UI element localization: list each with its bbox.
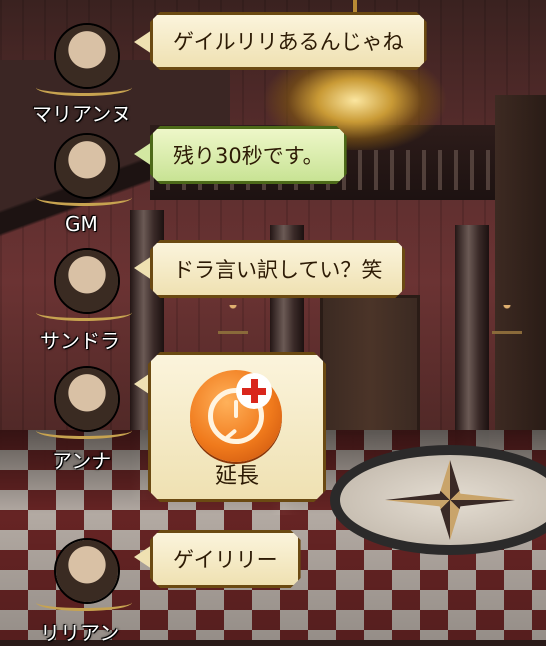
wall-sconce [218, 305, 248, 334]
chat-bubble: 残り30秒です。 [150, 126, 347, 184]
right-door [495, 95, 546, 435]
bubble-tail [134, 142, 152, 166]
wall-sconce [492, 305, 522, 334]
gold-swoosh-icon [36, 189, 132, 206]
avatar[interactable] [36, 540, 132, 612]
gold-swoosh-icon [36, 79, 132, 96]
speaker-name: サンドラ [40, 329, 120, 353]
gold-swoosh-icon [36, 304, 132, 321]
chat-bubble: ゲイルリリあるんじゃね [150, 12, 427, 70]
chat-bubble: ゲイリリー [150, 530, 301, 588]
avatar[interactable] [36, 250, 132, 322]
purple-hair-woman-avatar-icon [56, 540, 118, 602]
bubble-tail [134, 545, 152, 569]
speaker-name: GM [65, 212, 98, 236]
bubble-tail [134, 30, 152, 54]
red-plus-icon [236, 373, 272, 409]
bubble-tail [134, 256, 152, 280]
gold-swoosh-icon [36, 422, 132, 439]
center-door [320, 295, 420, 435]
speaker-name: マリアンヌ [32, 102, 132, 126]
speaker-name: アンナ [52, 449, 112, 473]
chat-bubble: ドラ言い訳してい？笑 [150, 240, 405, 298]
avatar[interactable] [36, 25, 132, 97]
brown-hair-woman-avatar-icon [56, 368, 118, 430]
speaker-name: リリアン [40, 621, 120, 645]
gold-swoosh-icon [36, 594, 132, 611]
woman-dark-hair-avatar-icon [56, 25, 118, 87]
blonde-girl-avatar-icon [56, 250, 118, 312]
stamp-label: 延長 [214, 464, 259, 489]
avatar[interactable] [36, 368, 132, 440]
clock-hand-icon [234, 400, 238, 418]
old-man-avatar-icon [56, 135, 118, 197]
avatar[interactable] [36, 135, 132, 207]
